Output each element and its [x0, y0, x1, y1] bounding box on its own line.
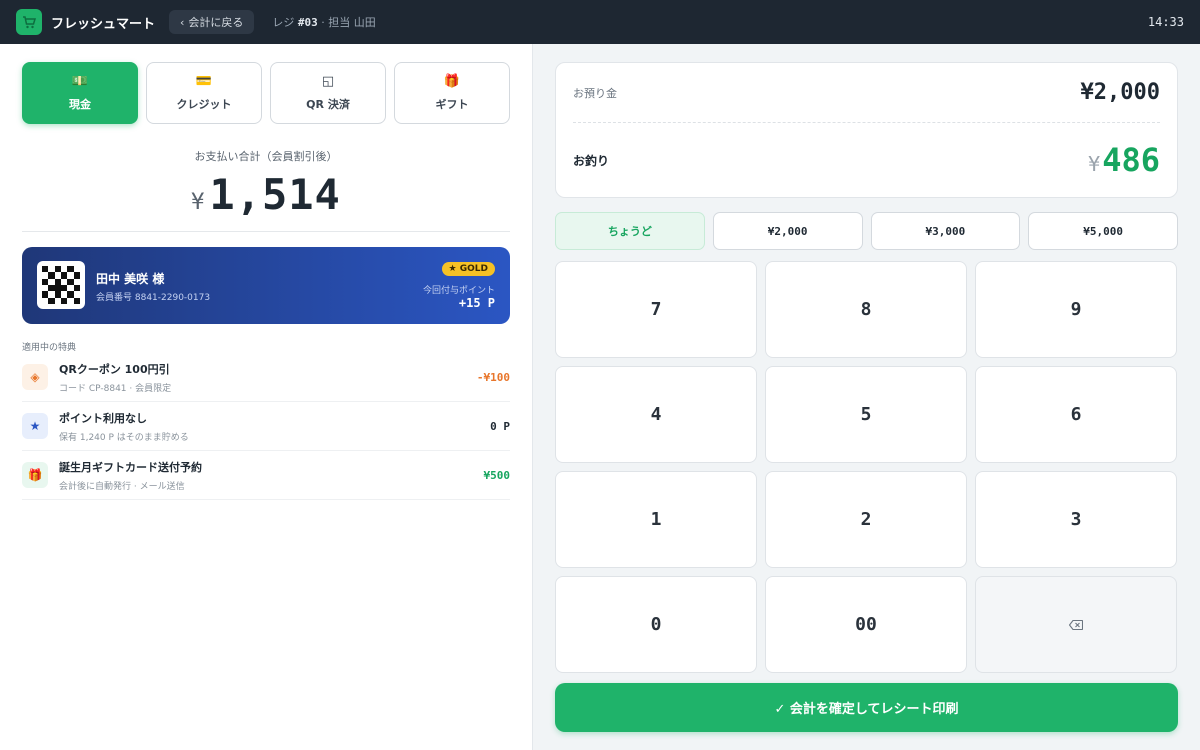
- confirm-and-print-button[interactable]: ✓ 会計を確定してレシート印刷: [555, 683, 1178, 732]
- benefit-item[interactable]: ★ ポイント利用なし 保有 1,240 P はそのまま貯める 0 P: [22, 402, 510, 451]
- change-label: お釣り: [573, 153, 610, 168]
- back-button-label: 会計に戻る: [188, 16, 244, 29]
- member-number: 会員番号 8841-2290-0173: [96, 293, 211, 303]
- gift-icon: 🎁: [22, 462, 48, 488]
- gold-badge: ★ GOLD: [441, 262, 495, 276]
- staff-name: · 担当 山田: [321, 16, 376, 29]
- numeric-keypad: 7 8 9 4 5 6 1 2 3 0 00: [555, 261, 1178, 673]
- key-1[interactable]: 1: [555, 471, 757, 568]
- benefit-title: QRクーポン 100円引: [59, 362, 170, 376]
- exact-amount-button[interactable]: ちょうど: [555, 212, 705, 250]
- total-currency: ¥: [191, 190, 206, 215]
- tender-card: お預り金 ¥2,000 お釣り ¥486: [555, 62, 1178, 198]
- tab-credit-label: クレジット: [176, 97, 232, 111]
- backspace-icon: [1069, 619, 1083, 630]
- total-label: お支払い合計（会員割引後）: [194, 150, 338, 163]
- member-qr-code: [37, 261, 85, 309]
- cash-icon: 💵: [71, 73, 89, 89]
- register-prefix: レジ: [272, 16, 295, 29]
- cart-icon: [16, 9, 42, 35]
- member-card: 田中 美咲 様 会員番号 8841-2290-0173 ★ GOLD 今回付与ポ…: [22, 247, 510, 324]
- benefits-title: 適用中の特典: [22, 343, 77, 353]
- star-icon: ★: [22, 413, 48, 439]
- quick-amount-buttons: ちょうど ¥2,000 ¥3,000 ¥5,000: [555, 212, 1178, 250]
- benefit-value: -¥100: [476, 370, 510, 384]
- benefit-sub: 会計後に自動発行 · メール送信: [59, 481, 185, 492]
- benefit-value: ¥500: [483, 468, 511, 482]
- tab-credit[interactable]: 💳 クレジット: [146, 62, 262, 124]
- credit-card-icon: 💳: [195, 73, 213, 89]
- quick-5000-button[interactable]: ¥5,000: [1028, 212, 1178, 250]
- tab-cash-label: 現金: [69, 97, 91, 111]
- change-currency: ¥: [1088, 152, 1101, 176]
- key-2[interactable]: 2: [765, 471, 967, 568]
- key-7[interactable]: 7: [555, 261, 757, 358]
- total-amount: ¥1,514: [22, 170, 510, 219]
- clock: 14:33: [1147, 15, 1184, 29]
- benefit-sub: 保有 1,240 P はそのまま貯める: [59, 432, 189, 443]
- gift-icon: 🎁: [443, 73, 461, 89]
- payment-summary-panel: 💵 現金 💳 クレジット ◱ QR 決済 🎁 ギフト お支払い合計（会員割引後）…: [0, 44, 533, 750]
- key-8[interactable]: 8: [765, 261, 967, 358]
- tab-qr[interactable]: ◱ QR 決済: [270, 62, 386, 124]
- tab-cash[interactable]: 💵 現金: [22, 62, 138, 124]
- benefit-item[interactable]: ◈ QRクーポン 100円引 コード CP-8841 · 会員限定 -¥100: [22, 353, 510, 402]
- register-info: レジ #03 · 担当 山田: [272, 14, 375, 30]
- tab-qr-label: QR 決済: [306, 97, 350, 111]
- tender-panel: お預り金 ¥2,000 お釣り ¥486 ちょうど ¥2,000 ¥3,000 …: [533, 44, 1200, 750]
- benefits-list: ◈ QRクーポン 100円引 コード CP-8841 · 会員限定 -¥100 …: [22, 353, 510, 500]
- key-6[interactable]: 6: [975, 366, 1177, 463]
- benefit-title: 誕生月ギフトカード送付予約: [59, 460, 202, 474]
- points-label: 今回付与ポイント: [422, 286, 495, 296]
- quick-2000-button[interactable]: ¥2,000: [712, 212, 863, 250]
- benefit-value: 0 P: [490, 419, 510, 433]
- key-00[interactable]: 00: [765, 576, 967, 673]
- member-name: 田中 美咲 様: [96, 272, 165, 286]
- change-amount: ¥486: [1088, 141, 1160, 179]
- chevron-left-icon: ‹: [180, 15, 185, 29]
- back-to-checkout-button[interactable]: ‹ 会計に戻る: [169, 10, 255, 34]
- payment-method-tabs: 💵 現金 💳 クレジット ◱ QR 決済 🎁 ギフト: [22, 62, 510, 124]
- total-value: 1,514: [209, 170, 341, 219]
- backspace-button[interactable]: [975, 576, 1177, 673]
- change-value: 486: [1102, 141, 1160, 179]
- qr-icon: ◱: [321, 73, 335, 89]
- points-value: +15 P: [458, 296, 495, 310]
- divider: [22, 231, 510, 232]
- key-3[interactable]: 3: [975, 471, 1177, 568]
- received-label: お預り金: [573, 86, 617, 100]
- tab-gift[interactable]: 🎁 ギフト: [394, 62, 510, 124]
- benefit-title: ポイント利用なし: [59, 411, 147, 425]
- store-name: フレッシュマート: [51, 16, 156, 32]
- key-9[interactable]: 9: [975, 261, 1177, 358]
- benefit-item[interactable]: 🎁 誕生月ギフトカード送付予約 会計後に自動発行 · メール送信 ¥500: [22, 451, 510, 500]
- benefit-sub: コード CP-8841 · 会員限定: [59, 383, 172, 394]
- top-bar: フレッシュマート ‹ 会計に戻る レジ #03 · 担当 山田 14:33: [0, 0, 1200, 44]
- key-4[interactable]: 4: [555, 366, 757, 463]
- tab-gift-label: ギフト: [435, 97, 469, 111]
- quick-3000-button[interactable]: ¥3,000: [870, 212, 1021, 250]
- received-amount: ¥2,000: [1080, 80, 1160, 105]
- coupon-icon: ◈: [22, 364, 48, 390]
- register-number: #03: [297, 16, 318, 29]
- key-0[interactable]: 0: [555, 576, 757, 673]
- key-5[interactable]: 5: [765, 366, 967, 463]
